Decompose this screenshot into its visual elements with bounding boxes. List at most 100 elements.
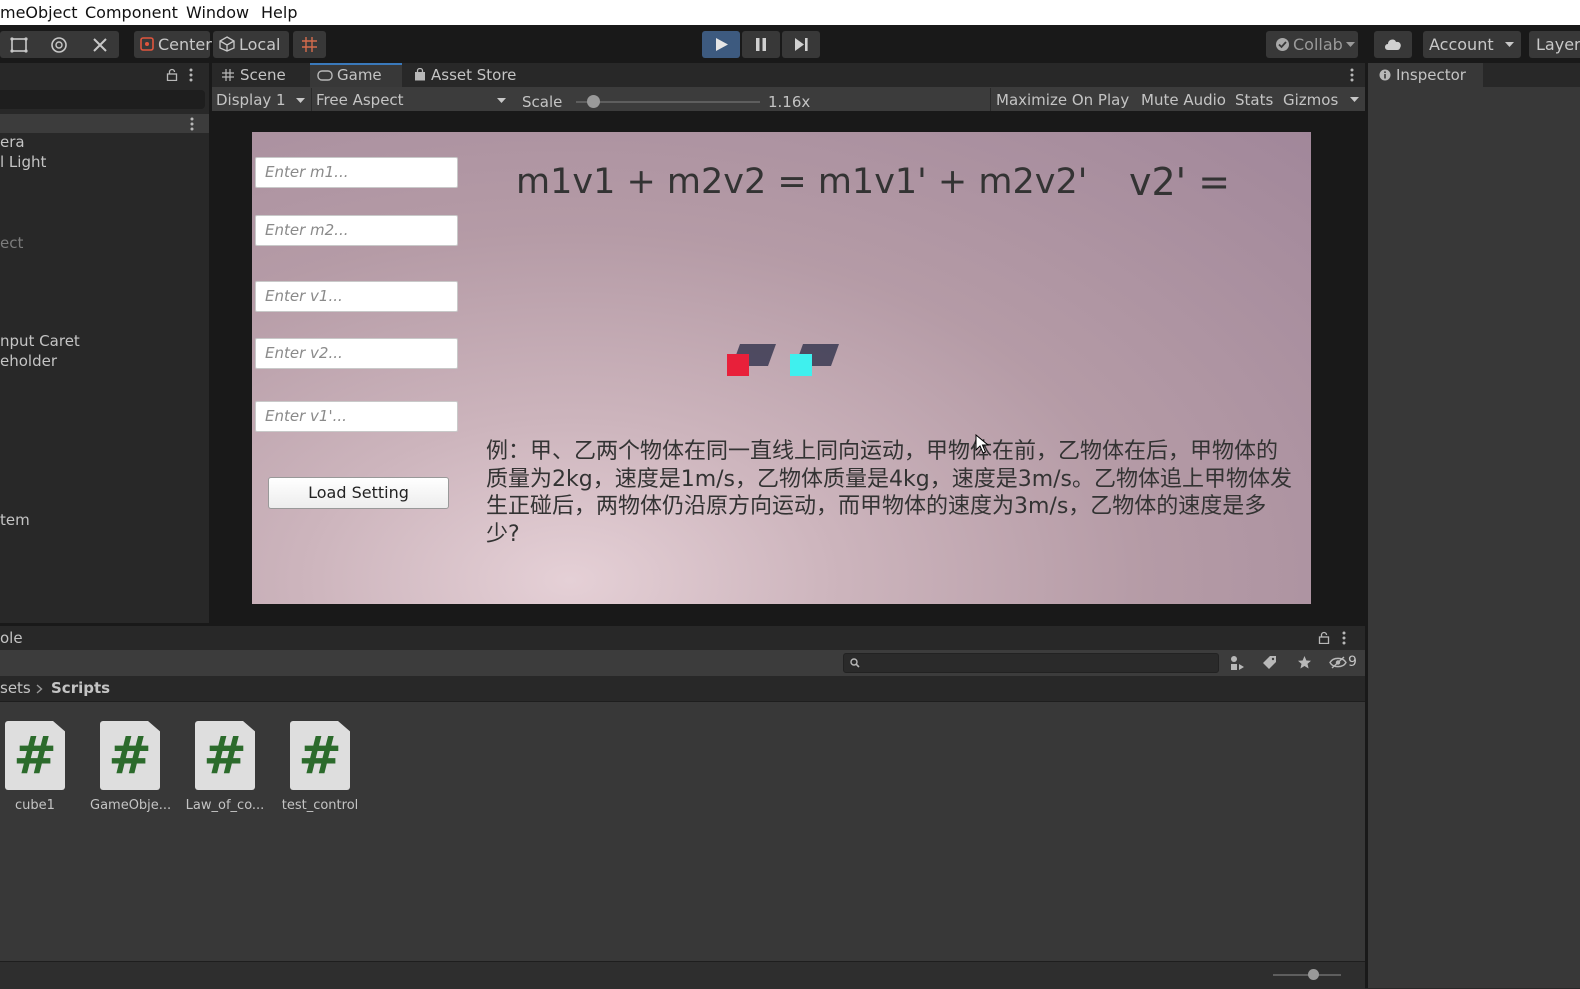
step-button[interactable]	[782, 31, 820, 58]
grid-snap-button[interactable]	[293, 31, 326, 58]
asset-script-gameobject[interactable]: # GameObje...	[90, 721, 172, 813]
pause-button[interactable]	[742, 31, 780, 58]
pivot-mode-button[interactable]: Center	[134, 31, 212, 58]
hierarchy-item[interactable]: nput Caret	[0, 332, 80, 350]
hierarchy-item[interactable]: eholder	[0, 352, 57, 370]
display-label: Display 1	[216, 91, 286, 109]
problem-text: 例：甲、乙两个物体在同一直线上同向运动，甲物体在前，乙物体在后，甲物体的质量为2…	[486, 439, 1293, 547]
tab-console[interactable]: ole	[0, 629, 23, 647]
label-tag-icon[interactable]	[1262, 655, 1277, 670]
filter-by-type-icon[interactable]	[1229, 655, 1245, 671]
asset-glyph: #	[13, 726, 57, 786]
scale-value: 1.16x	[768, 93, 811, 111]
hierarchy-item[interactable]: era	[0, 133, 25, 151]
menu-component[interactable]: Component	[85, 3, 178, 22]
hierarchy-search-input[interactable]	[0, 90, 205, 109]
project-search-input[interactable]	[843, 653, 1219, 673]
hierarchy-tabbar	[0, 63, 209, 87]
chevron-down-icon[interactable]	[1350, 97, 1359, 103]
main-toolbar: Center Local Collab Account Layer	[0, 25, 1580, 63]
project-footer	[0, 961, 1365, 989]
hierarchy-item[interactable]: ect	[0, 234, 23, 252]
stats-toggle[interactable]: Stats	[1235, 91, 1273, 109]
asset-label: test_control	[281, 798, 359, 813]
m1-input[interactable]: Enter m1...	[255, 157, 458, 188]
hierarchy-item[interactable]: tem	[0, 511, 30, 529]
collab-label: Collab	[1293, 35, 1343, 54]
menu-help[interactable]: Help	[261, 3, 297, 22]
asset-script-cube1[interactable]: # cube1	[0, 721, 75, 813]
gizmos-toggle[interactable]: Gizmos	[1283, 91, 1338, 109]
account-dropdown[interactable]: Account	[1423, 31, 1521, 58]
custom-tools-icon[interactable]	[91, 36, 109, 54]
tab-game-label: Game	[337, 66, 382, 84]
csharp-script-icon: #	[195, 721, 255, 790]
tab-asset-store-label: Asset Store	[431, 66, 517, 84]
hidden-packages-icon[interactable]	[1329, 656, 1347, 669]
pivot-space-button[interactable]: Local	[213, 31, 289, 58]
pivot-space-label: Local	[239, 35, 281, 54]
breadcrumb-current[interactable]: Scripts	[51, 679, 110, 697]
more-options-icon[interactable]	[1342, 631, 1346, 645]
lock-icon[interactable]	[166, 68, 178, 81]
csharp-script-icon: #	[5, 721, 65, 790]
star-icon[interactable]	[1297, 655, 1312, 670]
project-tabbar: ole	[0, 626, 1365, 650]
play-button[interactable]	[702, 31, 740, 58]
mute-audio-toggle[interactable]: Mute Audio	[1141, 91, 1226, 109]
asset-script-law-of-conservation[interactable]: # Law_of_co...	[185, 721, 265, 813]
display-dropdown[interactable]: Display 1	[212, 88, 309, 111]
aspect-dropdown[interactable]: Free Aspect	[311, 88, 510, 111]
pivot-center-icon	[140, 37, 154, 51]
breadcrumb-parent[interactable]: sets	[0, 679, 31, 697]
project-toolbar: 9	[0, 650, 1365, 676]
more-options-icon[interactable]	[1350, 68, 1354, 82]
cloud-button[interactable]	[1374, 31, 1412, 58]
maximize-on-play-toggle[interactable]: Maximize On Play	[996, 91, 1129, 109]
asset-label: cube1	[15, 798, 55, 813]
transform-tool-icon[interactable]	[50, 36, 68, 54]
rect-tool-icon[interactable]	[10, 36, 28, 54]
step-icon	[795, 38, 808, 51]
breadcrumb: sets Scripts	[0, 676, 1365, 702]
v1-input[interactable]: Enter v1...	[255, 281, 458, 312]
layers-dropdown[interactable]: Layer	[1529, 31, 1580, 58]
more-options-icon[interactable]	[190, 117, 194, 131]
chevron-down-icon	[497, 98, 506, 103]
info-icon	[1379, 69, 1391, 81]
cyan-cube	[790, 354, 812, 376]
tab-inspector[interactable]: Inspector	[1368, 63, 1483, 87]
toolbar-separator	[990, 88, 991, 111]
asset-label: GameObje...	[90, 798, 172, 813]
csharp-script-icon: #	[290, 721, 350, 790]
v2-input[interactable]: Enter v2...	[255, 338, 458, 369]
grid-icon	[222, 69, 234, 81]
m2-input[interactable]: Enter m2...	[255, 215, 458, 246]
play-icon	[716, 38, 728, 51]
tab-asset-store[interactable]: Asset Store	[402, 63, 522, 87]
inspector-tabbar: Inspector	[1368, 63, 1580, 87]
load-setting-button[interactable]: Load Setting	[268, 477, 449, 509]
scale-slider[interactable]	[576, 95, 760, 108]
icon-size-slider-thumb[interactable]	[1308, 969, 1319, 980]
scale-slider-thumb[interactable]	[586, 95, 600, 108]
asset-script-test-control[interactable]: # test_control	[280, 721, 360, 813]
hierarchy-item[interactable]: l Light	[0, 153, 46, 171]
icon-size-slider[interactable]	[1273, 969, 1341, 980]
v1-prime-input[interactable]: Enter v1'...	[255, 401, 458, 432]
hierarchy-scene-header	[0, 114, 209, 133]
collab-button[interactable]: Collab	[1266, 31, 1358, 58]
menu-gameobject[interactable]: meObject	[0, 3, 78, 22]
chevron-down-icon	[1505, 42, 1514, 47]
pivot-mode-label: Center	[158, 35, 212, 54]
chevron-right-icon	[36, 684, 43, 694]
menu-window[interactable]: Window	[186, 3, 249, 22]
tab-scene[interactable]: Scene	[212, 63, 310, 87]
lock-icon[interactable]	[1318, 631, 1330, 644]
hierarchy-panel: era l Light ect nput Caret eholder tem	[0, 87, 209, 623]
more-options-icon[interactable]	[189, 68, 193, 82]
tab-game[interactable]: Game	[310, 63, 402, 87]
hidden-packages-count: 9	[1348, 654, 1357, 670]
game-view[interactable]: Enter m1... Enter m2... Enter v1... Ente…	[252, 132, 1311, 604]
pause-icon	[756, 38, 766, 51]
